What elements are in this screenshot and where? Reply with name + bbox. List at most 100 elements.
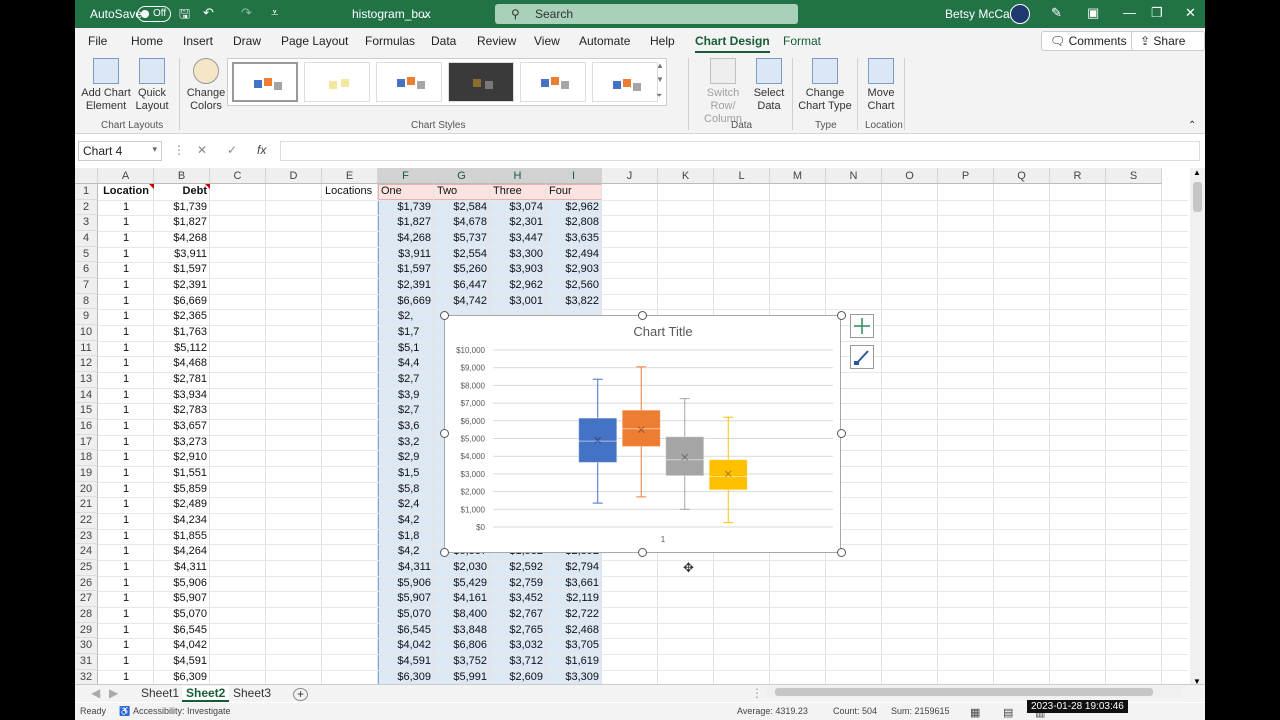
sheet-next-icon[interactable]: ▶ — [105, 686, 122, 700]
horizontal-scroll-thumb[interactable] — [775, 688, 1153, 696]
header-cell-location[interactable]: Location — [101, 184, 151, 200]
normal-view-icon[interactable]: ▦ — [970, 706, 980, 719]
cell-value[interactable]: $1,7 — [398, 325, 448, 341]
row-header[interactable]: 31 — [75, 654, 98, 670]
cell-value[interactable]: $3,705 — [549, 638, 599, 654]
share-button[interactable]: ⇪ Share ⌄ — [1131, 31, 1205, 62]
cell-debt[interactable]: $4,268 — [157, 231, 207, 247]
scroll-up-icon[interactable]: ▲ — [1193, 168, 1201, 177]
cell-value[interactable]: $6,545 — [381, 623, 431, 639]
cell-value[interactable]: $5,737 — [437, 231, 487, 247]
cell-location[interactable]: 1 — [101, 231, 151, 247]
cell-value[interactable]: $2,903 — [549, 262, 599, 278]
row-header[interactable]: 15 — [75, 403, 98, 420]
cell-value[interactable]: $1,8 — [398, 529, 448, 545]
tab-page-layout[interactable]: Page Layout — [281, 34, 348, 48]
cell-value[interactable]: $5,260 — [437, 262, 487, 278]
cell-value[interactable]: $3,661 — [549, 576, 599, 592]
chart-style-1[interactable] — [232, 62, 298, 102]
cell-debt[interactable]: $5,112 — [157, 341, 207, 357]
cell-debt[interactable]: $5,859 — [157, 482, 207, 498]
cell-value[interactable]: $2,560 — [549, 278, 599, 294]
cell-location[interactable]: 1 — [101, 497, 151, 513]
vertical-scroll-thumb[interactable] — [1193, 182, 1202, 212]
avatar[interactable] — [1010, 4, 1030, 24]
row-header[interactable]: 14 — [75, 387, 98, 404]
cell-debt[interactable]: $2,365 — [157, 309, 207, 325]
row-header[interactable]: 16 — [75, 419, 98, 435]
cell-value[interactable]: $1,597 — [381, 262, 431, 278]
cell-value[interactable]: $2,030 — [437, 560, 487, 576]
column-header-q[interactable]: Q — [994, 168, 1050, 184]
tab-file[interactable]: File — [88, 34, 107, 48]
customize-toolbar-icon[interactable]: ⩡ — [271, 5, 278, 21]
tab-chart-design[interactable]: Chart Design — [695, 34, 770, 53]
column-header-s[interactable]: S — [1106, 168, 1162, 184]
cell-value[interactable]: $3,300 — [493, 247, 543, 263]
row-header[interactable]: 20 — [75, 481, 98, 498]
cell-value[interactable]: $1,619 — [549, 654, 599, 670]
cell-debt[interactable]: $1,855 — [157, 529, 207, 545]
header-cell-debt[interactable]: Debt — [157, 184, 207, 200]
cell-value[interactable]: $3,001 — [493, 294, 543, 310]
cell-value[interactable]: $5,8 — [398, 482, 448, 498]
ribbon-display-icon[interactable]: ▣ — [1087, 5, 1099, 21]
row-header[interactable]: 24 — [75, 544, 98, 561]
column-header-r[interactable]: R — [1050, 168, 1106, 184]
cell-location[interactable]: 1 — [101, 607, 151, 623]
cell-debt[interactable]: $2,781 — [157, 372, 207, 388]
cell-location[interactable]: 1 — [101, 215, 151, 231]
gallery-scroll-down-icon[interactable]: ▼ — [656, 75, 664, 84]
save-icon[interactable]: 🖫 — [179, 5, 190, 27]
cell-location[interactable]: 1 — [101, 372, 151, 388]
cell-value[interactable]: $4,268 — [381, 231, 431, 247]
tab-insert[interactable]: Insert — [183, 34, 213, 48]
cell-value[interactable]: $4,042 — [381, 638, 431, 654]
row-header[interactable]: 27 — [75, 591, 98, 608]
tab-help[interactable]: Help — [650, 34, 675, 48]
cell-debt[interactable]: $3,273 — [157, 435, 207, 451]
cell-value[interactable]: $2,765 — [493, 623, 543, 639]
row-header[interactable]: 21 — [75, 497, 98, 514]
column-header-n[interactable]: N — [826, 168, 882, 184]
change-chart-type-button[interactable]: Change Chart Type — [797, 58, 853, 113]
cell-debt[interactable]: $2,783 — [157, 403, 207, 419]
tab-view[interactable]: View — [534, 34, 560, 48]
cell-value[interactable]: $3,074 — [493, 200, 543, 216]
select-data-button[interactable]: Select Data — [751, 58, 787, 113]
cell-debt[interactable]: $5,907 — [157, 591, 207, 607]
user-name[interactable]: Betsy McCall — [945, 7, 1015, 21]
row-header[interactable]: 22 — [75, 513, 98, 529]
cell-value[interactable]: $4,161 — [437, 591, 487, 607]
switch-row-column-button[interactable]: Switch Row/ Column — [695, 58, 751, 126]
resize-handle[interactable] — [440, 311, 449, 320]
cell-debt[interactable]: $3,657 — [157, 419, 207, 435]
row-header[interactable]: 12 — [75, 356, 98, 373]
cell-debt[interactable]: $4,042 — [157, 638, 207, 654]
cell-location[interactable]: 1 — [101, 544, 151, 560]
cell-location[interactable]: 1 — [101, 591, 151, 607]
column-header-f[interactable]: F — [378, 168, 434, 184]
cell-location[interactable]: 1 — [101, 576, 151, 592]
sheet-prev-icon[interactable]: ◀ — [87, 686, 104, 700]
row-header[interactable]: 29 — [75, 622, 98, 639]
row-header[interactable]: 23 — [75, 528, 98, 545]
cell-debt[interactable]: $4,468 — [157, 356, 207, 372]
header-cell-three[interactable]: Three — [493, 184, 543, 200]
redo-icon[interactable]: ↷ — [241, 5, 252, 21]
insert-function-icon[interactable]: fx — [257, 143, 266, 157]
tab-automate[interactable]: Automate — [579, 34, 630, 48]
sheet-tab-sheet1[interactable]: Sheet1 — [137, 686, 183, 700]
cell-value[interactable]: $2,391 — [381, 278, 431, 294]
cell-debt[interactable]: $1,763 — [157, 325, 207, 341]
cell-value[interactable]: $2,7 — [398, 372, 448, 388]
move-chart-button[interactable]: Move Chart — [863, 58, 899, 113]
cell-value[interactable]: $5,1 — [398, 341, 448, 357]
box-whisker-chart[interactable]: Chart Title $0 $1,000 $2,000 $3,000 $4,000 $5,… — [444, 315, 841, 553]
add-chart-element-button[interactable]: Add Chart Element — [80, 58, 132, 113]
select-all-corner[interactable] — [75, 168, 98, 184]
cell-value[interactable]: $2,301 — [493, 215, 543, 231]
cell-value[interactable]: $2,759 — [493, 576, 543, 592]
cell-debt[interactable]: $2,910 — [157, 450, 207, 466]
minimize-icon[interactable]: — — [1123, 5, 1136, 20]
